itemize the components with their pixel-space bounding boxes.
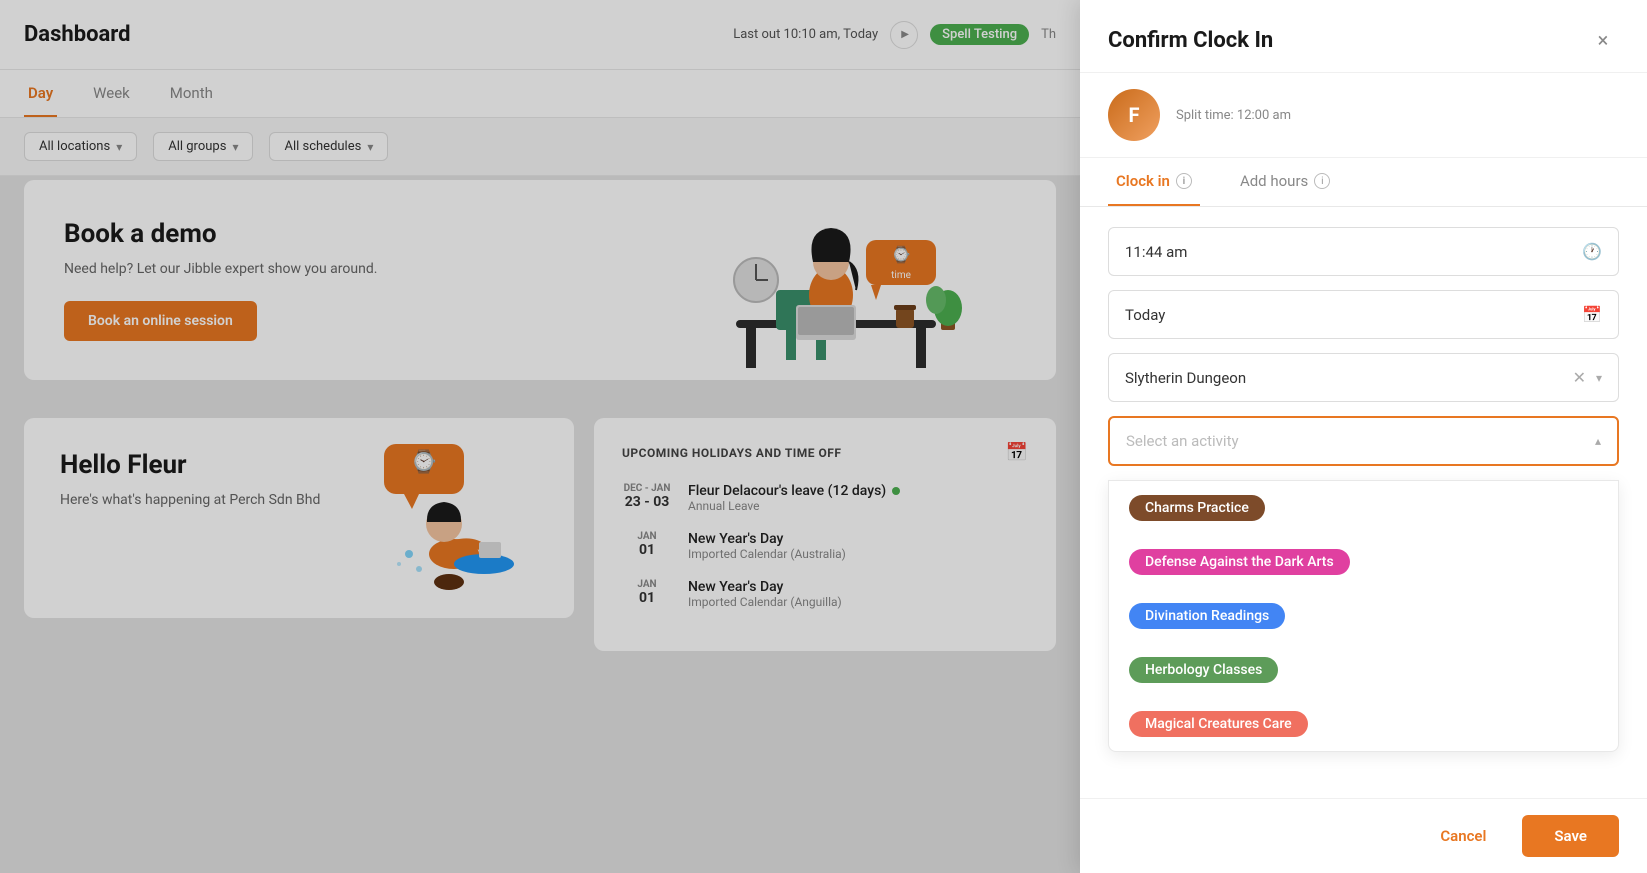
location-field-group: Slytherin Dungeon ✕ ▾ — [1108, 353, 1619, 402]
activity-item-herbology[interactable]: Herbology Classes — [1109, 643, 1618, 697]
cancel-button[interactable]: Cancel — [1420, 817, 1506, 855]
tab-add-hours[interactable]: Add hours i — [1232, 158, 1338, 206]
add-hours-info-icon[interactable]: i — [1314, 173, 1330, 189]
avatar: F — [1108, 89, 1160, 141]
modal-overlay — [0, 0, 1080, 873]
modal-tabs: Clock in i Add hours i — [1080, 158, 1647, 207]
modal-body: 11:44 am 🕐 Today 📅 Slytherin Dungeon ✕ ▾ — [1080, 207, 1647, 798]
activity-chip-divination: Divination Readings — [1129, 603, 1285, 629]
date-field-group: Today 📅 — [1108, 290, 1619, 339]
modal-close-button[interactable]: × — [1587, 24, 1619, 56]
split-time-text: Split time: 12:00 am — [1176, 108, 1291, 123]
modal-header: Confirm Clock In × — [1080, 0, 1647, 73]
save-button[interactable]: Save — [1522, 815, 1619, 857]
location-dropdown-arrow: ▾ — [1596, 371, 1602, 385]
date-input[interactable]: Today 📅 — [1108, 290, 1619, 339]
tab-clock-in[interactable]: Clock in i — [1108, 158, 1200, 206]
activity-chip-charms: Charms Practice — [1129, 495, 1265, 521]
activity-select[interactable]: Select an activity ▴ — [1108, 416, 1619, 466]
time-field-group: 11:44 am 🕐 — [1108, 227, 1619, 276]
modal-footer: Cancel Save — [1080, 798, 1647, 873]
modal-title: Confirm Clock In — [1108, 28, 1273, 53]
activity-item-defense[interactable]: Defense Against the Dark Arts — [1109, 535, 1618, 589]
activity-chip-herbology: Herbology Classes — [1129, 657, 1278, 683]
calendar-icon: 📅 — [1582, 305, 1602, 324]
location-select-actions: ✕ ▾ — [1573, 368, 1602, 387]
location-select[interactable]: Slytherin Dungeon ✕ ▾ — [1108, 353, 1619, 402]
confirm-clockin-modal: Confirm Clock In × F Split time: 12:00 a… — [1080, 0, 1647, 873]
avatar-image: F — [1108, 89, 1160, 141]
clock-in-info-icon[interactable]: i — [1176, 173, 1192, 189]
time-input[interactable]: 11:44 am 🕐 — [1108, 227, 1619, 276]
activity-field-group: Select an activity ▴ — [1108, 416, 1619, 466]
activity-chip-creatures: Magical Creatures Care — [1129, 711, 1308, 737]
activity-dropdown: Charms Practice Defense Against the Dark… — [1108, 480, 1619, 752]
activity-dropdown-arrow: ▴ — [1595, 434, 1601, 448]
location-clear-button[interactable]: ✕ — [1573, 368, 1586, 387]
activity-item-charms[interactable]: Charms Practice — [1109, 481, 1618, 535]
activity-item-divination[interactable]: Divination Readings — [1109, 589, 1618, 643]
activity-item-creatures[interactable]: Magical Creatures Care — [1109, 697, 1618, 751]
avatar-section: F Split time: 12:00 am — [1080, 73, 1647, 158]
activity-chip-defense: Defense Against the Dark Arts — [1129, 549, 1350, 575]
clock-icon: 🕐 — [1582, 242, 1602, 261]
